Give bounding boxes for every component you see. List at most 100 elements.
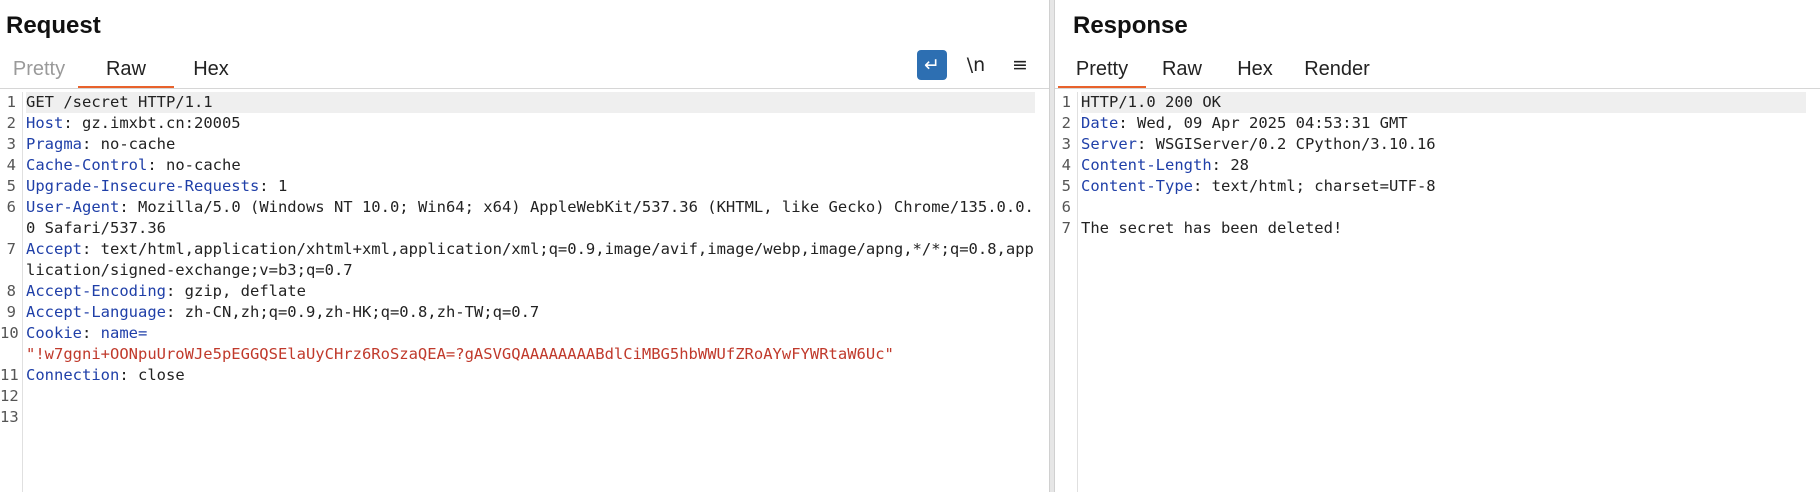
response-line: 4 Content-Length: 28 bbox=[1055, 155, 1806, 176]
header-value: zh-CN,zh;q=0.9,zh-HK;q=0.8,zh-TW;q=0.7 bbox=[175, 303, 540, 321]
line-number: 12 bbox=[0, 387, 19, 405]
request-line: 4 Cache-Control: no-cache bbox=[0, 155, 1035, 176]
header-line: Host: gz.imxbt.cn:20005 bbox=[26, 114, 241, 132]
show-newlines-icon[interactable]: \n bbox=[961, 50, 991, 80]
header-line: Server: WSGIServer/0.2 CPython/3.10.16 bbox=[1081, 135, 1436, 153]
header-name: Accept-Encoding bbox=[26, 282, 166, 300]
code-text: The secret has been deleted! bbox=[1081, 219, 1343, 237]
line-number: 7 bbox=[6, 240, 16, 258]
tab-raw[interactable]: Raw bbox=[78, 52, 174, 89]
cookie-value: "!w7ggni+OONpuUroWJe5pEGGQSElaUyCHrz6RoS… bbox=[26, 345, 894, 363]
line-number: 5 bbox=[1061, 177, 1071, 195]
request-lines: 1 GET /secret HTTP/1.1 2 Host: gz.imxbt.cn:… bbox=[0, 92, 1035, 428]
line-number: 1 bbox=[6, 93, 16, 111]
request-line: 11 Connection: close bbox=[0, 365, 1035, 386]
response-editor[interactable]: 1 HTTP/1.0 200 OK 2 Date: Wed, 09 Apr 2025 … bbox=[1055, 92, 1820, 492]
header-value: Mozilla/5.0 (Windows NT 10.0; Win64; x64… bbox=[26, 198, 1034, 237]
request-line: 5 Upgrade-Insecure-Requests: 1 bbox=[0, 176, 1035, 197]
header-name: Host bbox=[26, 114, 64, 132]
header-name: Content-Type bbox=[1081, 177, 1193, 195]
response-line: 7 The secret has been deleted! bbox=[1055, 218, 1806, 239]
line-number: 11 bbox=[0, 366, 19, 384]
header-value: close bbox=[128, 366, 185, 384]
code-text: HTTP/1.0 200 OK bbox=[1081, 92, 1806, 113]
request-tabs: Pretty Raw Hex bbox=[0, 52, 248, 89]
header-line: Accept: text/html,application/xhtml+xml,… bbox=[26, 240, 1034, 279]
request-line: 8 Accept-Encoding: gzip, deflate bbox=[0, 281, 1035, 302]
request-line: 12 bbox=[0, 386, 1035, 407]
header-value: name= bbox=[91, 324, 148, 342]
line-number: 4 bbox=[6, 156, 16, 174]
line-number: 4 bbox=[1061, 156, 1071, 174]
header-line: Upgrade-Insecure-Requests: 1 bbox=[26, 177, 288, 195]
request-pane: Request Pretty Raw Hex ↵ \n ≡ 1 GET /secret H… bbox=[0, 0, 1049, 492]
request-title: Request bbox=[6, 12, 101, 39]
request-line: 9 Accept-Language: zh-CN,zh;q=0.9,zh-HK;q… bbox=[0, 302, 1035, 323]
request-editor[interactable]: 1 GET /secret HTTP/1.1 2 Host: gz.imxbt.cn:… bbox=[0, 92, 1049, 492]
header-name: Upgrade-Insecure-Requests bbox=[26, 177, 260, 195]
line-number: 1 bbox=[1061, 93, 1071, 111]
header-value: gzip, deflate bbox=[175, 282, 306, 300]
response-line: 5 Content-Type: text/html; charset=UTF-8 bbox=[1055, 176, 1806, 197]
line-number: 10 bbox=[0, 324, 19, 342]
header-name: Accept-Language bbox=[26, 303, 166, 321]
tab-pretty[interactable]: Pretty bbox=[1058, 52, 1146, 89]
request-line: 3 Pragma: no-cache bbox=[0, 134, 1035, 155]
header-value: Wed, 09 Apr 2025 04:53:31 GMT bbox=[1127, 114, 1408, 132]
line-number: 6 bbox=[1061, 198, 1071, 216]
response-title: Response bbox=[1073, 12, 1188, 39]
request-line: 13 bbox=[0, 407, 1035, 428]
tab-raw[interactable]: Raw bbox=[1146, 52, 1218, 88]
header-name: Cache-Control bbox=[26, 156, 148, 174]
line-number: 7 bbox=[1061, 219, 1071, 237]
header-value: no-cache bbox=[156, 156, 241, 174]
header-line: Cache-Control: no-cache bbox=[26, 156, 241, 174]
header-name: User-Agent bbox=[26, 198, 120, 216]
header-name: Accept bbox=[26, 240, 82, 258]
line-number: 2 bbox=[1061, 114, 1071, 132]
header-line: Accept-Encoding: gzip, deflate bbox=[26, 282, 306, 300]
response-line: 3 Server: WSGIServer/0.2 CPython/3.10.16 bbox=[1055, 134, 1806, 155]
response-tabs: Pretty Raw Hex Render bbox=[1058, 52, 1382, 89]
header-line: Content-Type: text/html; charset=UTF-8 bbox=[1081, 177, 1436, 195]
header-name: Cookie bbox=[26, 324, 82, 342]
request-line: 10 Cookie: name= "!w7ggni+OONpuUroWJe5pEGG… bbox=[0, 323, 1035, 365]
header-line: User-Agent: Mozilla/5.0 (Windows NT 10.0… bbox=[26, 198, 1034, 237]
request-line: 6 User-Agent: Mozilla/5.0 (Windows NT 10.… bbox=[0, 197, 1035, 239]
header-value: no-cache bbox=[91, 135, 176, 153]
header-name: Connection bbox=[26, 366, 120, 384]
header-value: text/html; charset=UTF-8 bbox=[1202, 177, 1436, 195]
line-number: 3 bbox=[1061, 135, 1071, 153]
header-line: Content-Length: 28 bbox=[1081, 156, 1249, 174]
line-number: 13 bbox=[0, 408, 19, 426]
header-line: Date: Wed, 09 Apr 2025 04:53:31 GMT bbox=[1081, 114, 1408, 132]
response-line: 2 Date: Wed, 09 Apr 2025 04:53:31 GMT bbox=[1055, 113, 1806, 134]
header-line: Connection: close bbox=[26, 366, 185, 384]
menu-icon[interactable]: ≡ bbox=[1005, 50, 1035, 80]
header-name: Date bbox=[1081, 114, 1119, 132]
header-name: Pragma bbox=[26, 135, 82, 153]
response-line: 1 HTTP/1.0 200 OK bbox=[1055, 92, 1806, 113]
response-line: 6 bbox=[1055, 197, 1806, 218]
line-number: 5 bbox=[6, 177, 16, 195]
response-lines: 1 HTTP/1.0 200 OK 2 Date: Wed, 09 Apr 2025 … bbox=[1055, 92, 1806, 239]
tab-render[interactable]: Render bbox=[1292, 52, 1382, 88]
header-value: 1 bbox=[268, 177, 288, 195]
header-line: Cookie: name= "!w7ggni+OONpuUroWJe5pEGGQS… bbox=[26, 324, 894, 363]
tab-hex[interactable]: Hex bbox=[174, 52, 248, 88]
header-line: Accept-Language: zh-CN,zh;q=0.9,zh-HK;q=… bbox=[26, 303, 540, 321]
request-line: 7 Accept: text/html,application/xhtml+xml… bbox=[0, 239, 1035, 281]
header-value: text/html,application/xhtml+xml,applicat… bbox=[26, 240, 1034, 279]
header-value: 28 bbox=[1221, 156, 1249, 174]
tab-hex[interactable]: Hex bbox=[1218, 52, 1292, 88]
request-line: 1 GET /secret HTTP/1.1 bbox=[0, 92, 1035, 113]
tab-pretty[interactable]: Pretty bbox=[0, 52, 78, 88]
request-toolbar: ↵ \n ≡ bbox=[917, 50, 1035, 80]
header-line: Pragma: no-cache bbox=[26, 135, 176, 153]
header-value: WSGIServer/0.2 CPython/3.10.16 bbox=[1146, 135, 1436, 153]
word-wrap-icon[interactable]: ↵ bbox=[917, 50, 947, 80]
line-number: 8 bbox=[6, 282, 16, 300]
